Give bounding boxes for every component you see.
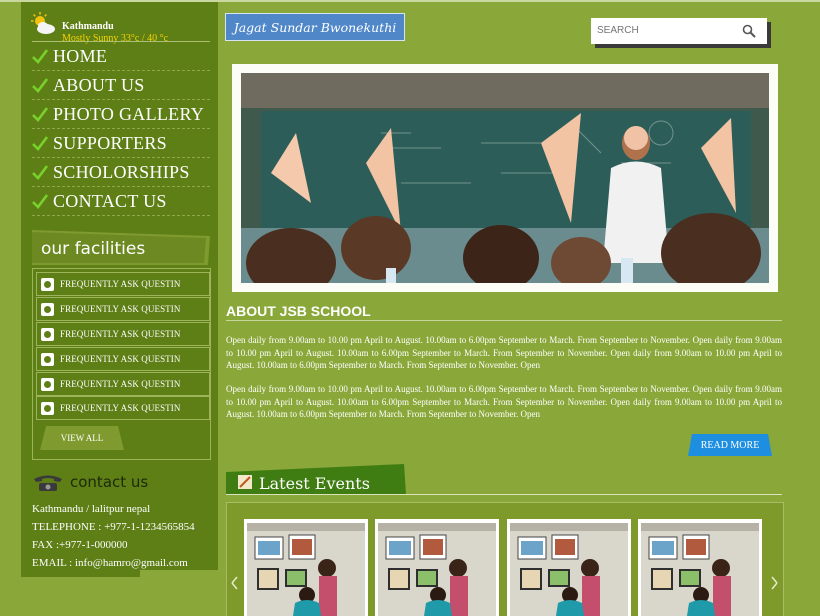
- weather-widget: Kathmandu Mostly Sunny 33°c / 40 °c: [31, 10, 211, 44]
- arrow-left-icon[interactable]: [230, 573, 240, 593]
- event-photo: [641, 523, 759, 616]
- nav-label: HOME: [53, 45, 108, 66]
- hero-banner: [232, 64, 778, 292]
- facility-label: FREQUENTLY ASK QUESTIN: [60, 279, 181, 289]
- faq-icon: [41, 377, 54, 391]
- event-photo: [510, 523, 628, 616]
- nav-item-contact-us[interactable]: CONTACT US: [32, 186, 210, 216]
- divider: [226, 320, 782, 321]
- events-heading: Latest Events: [226, 464, 406, 494]
- facility-item[interactable]: FREQUENTLY ASK QUESTIN: [36, 396, 210, 420]
- contact-address: Kathmandu / lalitpur nepal: [32, 503, 151, 515]
- contact-heading: contact us: [32, 470, 212, 496]
- event-thumbnail[interactable]: [375, 519, 499, 616]
- view-all-button[interactable]: VIEW ALL: [40, 426, 124, 450]
- view-all-label: VIEW ALL: [60, 433, 104, 443]
- facility-item[interactable]: FREQUENTLY ASK QUESTIN: [36, 372, 210, 396]
- facility-item[interactable]: FREQUENTLY ASK QUESTIN: [36, 272, 210, 296]
- note-icon: [238, 475, 252, 489]
- facility-label: FREQUENTLY ASK QUESTIN: [60, 354, 181, 364]
- faq-icon: [41, 302, 54, 316]
- event-thumbnail[interactable]: [638, 519, 762, 616]
- nav-label: CONTACT US: [53, 190, 167, 211]
- read-more-label: READ MORE: [700, 440, 760, 451]
- nav-item-scholorships[interactable]: SCHOLORSHIPS: [32, 157, 210, 186]
- faq-icon: [41, 352, 54, 366]
- site-logo[interactable]: Jagat Sundar Bwonekuthi: [225, 13, 405, 41]
- facility-label: FREQUENTLY ASK QUESTIN: [60, 403, 181, 413]
- nav-label: ABOUT US: [53, 74, 145, 95]
- nav-label: SUPPORTERS: [53, 132, 167, 153]
- search-box: [591, 18, 767, 44]
- about-title: ABOUT JSB SCHOOL: [226, 303, 371, 319]
- event-thumbnail[interactable]: [244, 519, 368, 616]
- arrow-right-icon[interactable]: [769, 573, 779, 593]
- contact-title: contact us: [70, 473, 149, 491]
- nav-item-photo-gallery[interactable]: PHOTO GALLERY: [32, 99, 210, 128]
- faq-icon: [41, 277, 54, 291]
- facility-item[interactable]: FREQUENTLY ASK QUESTIN: [36, 347, 210, 371]
- nav-label: SCHOLORSHIPS: [53, 161, 190, 182]
- event-photo: [378, 523, 496, 616]
- nav-item-home[interactable]: HOME: [32, 41, 210, 70]
- contact-fax: FAX :+977-1-000000: [32, 539, 128, 551]
- search-icon[interactable]: [741, 23, 757, 39]
- telephone-icon: [34, 475, 62, 491]
- checkmark-icon: [32, 49, 48, 64]
- search-input[interactable]: [595, 24, 739, 37]
- checkmark-icon: [32, 165, 48, 180]
- facilities-title: our facilities: [41, 239, 146, 259]
- classroom-photo: [241, 73, 769, 283]
- main-nav: HOME ABOUT US PHOTO GALLERY SUPPORTERS S…: [32, 41, 210, 216]
- checkmark-icon: [32, 78, 48, 93]
- checkmark-icon: [32, 136, 48, 151]
- sidebar-notch: [140, 570, 218, 615]
- nav-item-about-us[interactable]: ABOUT US: [32, 70, 210, 99]
- facilities-heading: our facilities: [32, 230, 210, 265]
- event-thumbnail[interactable]: [507, 519, 631, 616]
- about-paragraph: Open daily from 9.00am to 10.00 pm April…: [226, 384, 782, 420]
- partly-sunny-icon: [31, 12, 55, 34]
- checkmark-icon: [32, 194, 48, 209]
- contact-email: EMAIL : info@hamro@gmail.com: [32, 557, 188, 569]
- read-more-button[interactable]: READ MORE: [688, 434, 772, 456]
- events-carousel: [226, 502, 784, 616]
- checkmark-icon: [32, 107, 48, 122]
- about-paragraph: Open daily from 9.00am to 10.00 pm April…: [226, 335, 782, 371]
- contact-telephone: TELEPHONE : +977-1-1234565854: [32, 521, 195, 533]
- events-title: Latest Events: [259, 474, 370, 493]
- facility-label: FREQUENTLY ASK QUESTIN: [60, 379, 181, 389]
- nav-label: PHOTO GALLERY: [53, 103, 205, 124]
- facility-item[interactable]: FREQUENTLY ASK QUESTIN: [36, 297, 210, 321]
- facility-item[interactable]: FREQUENTLY ASK QUESTIN: [36, 322, 210, 346]
- faq-icon: [41, 401, 54, 415]
- nav-item-supporters[interactable]: SUPPORTERS: [32, 128, 210, 157]
- facility-label: FREQUENTLY ASK QUESTIN: [60, 329, 181, 339]
- weather-city: Kathmandu: [62, 21, 114, 32]
- faq-icon: [41, 327, 54, 341]
- divider: [226, 494, 782, 495]
- event-photo: [247, 523, 365, 616]
- facility-label: FREQUENTLY ASK QUESTIN: [60, 304, 181, 314]
